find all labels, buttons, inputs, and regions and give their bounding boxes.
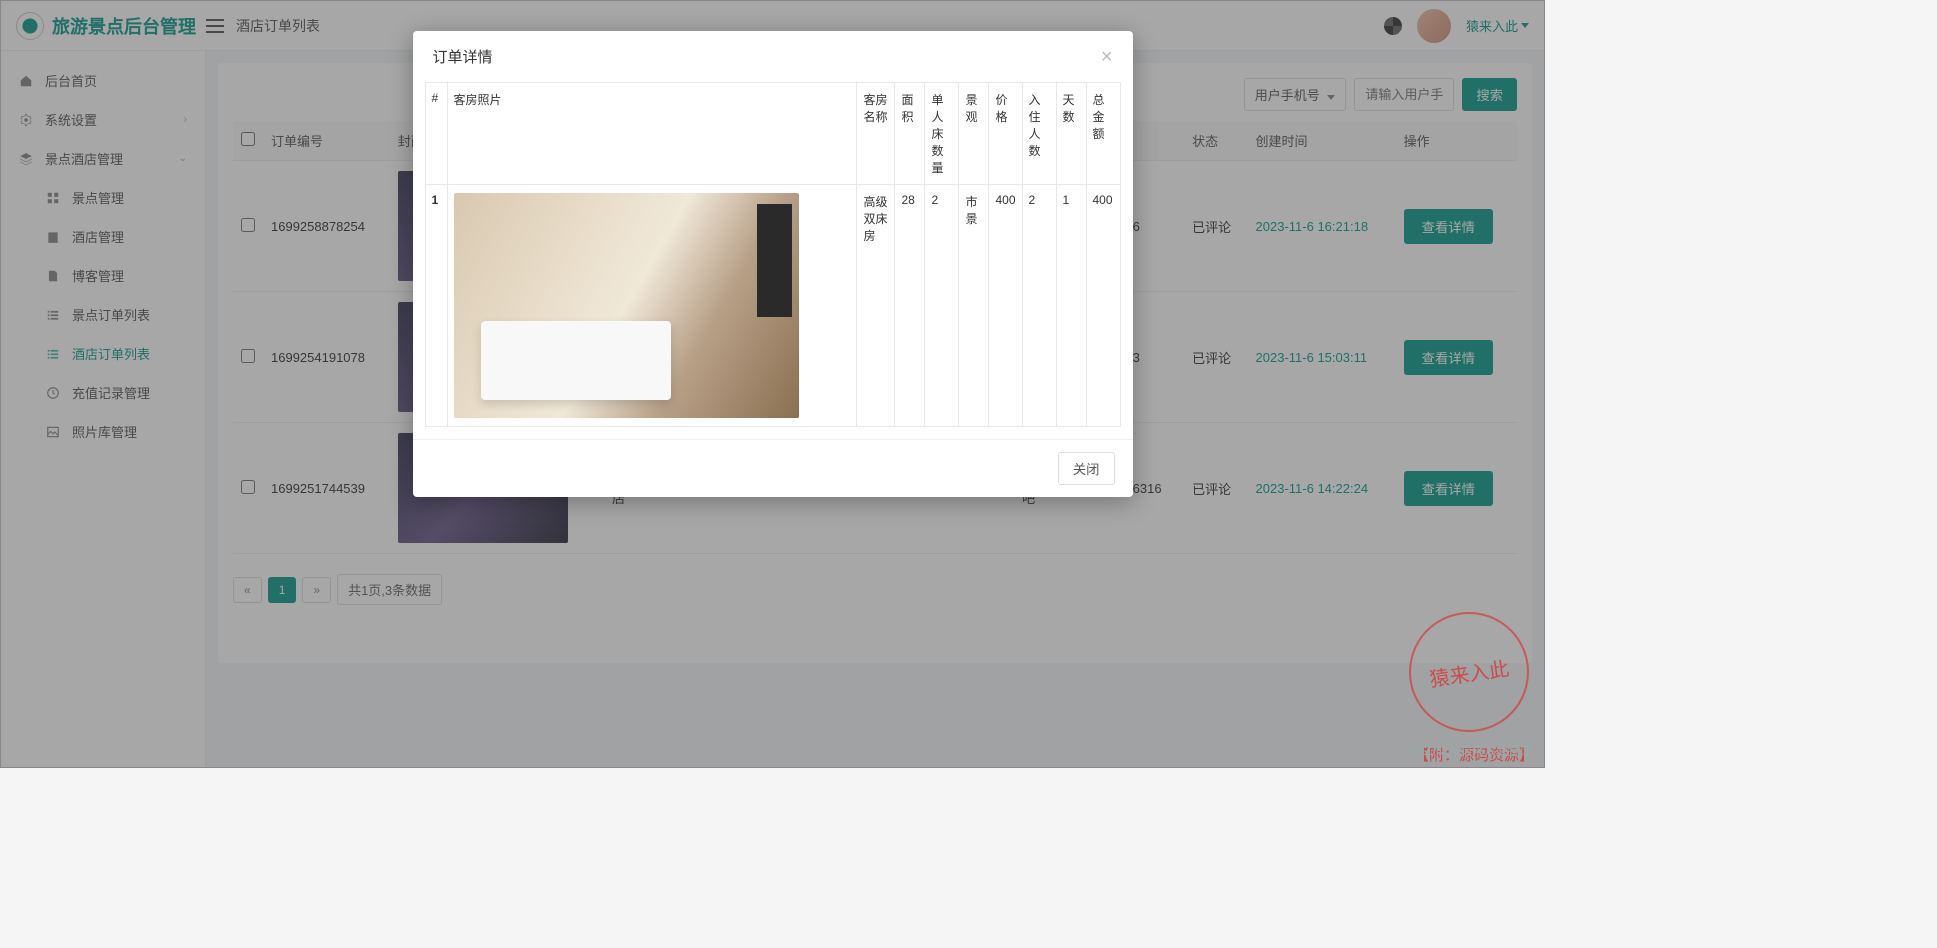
dcol-area: 面积: [895, 83, 925, 185]
dcol-view: 景观: [959, 83, 989, 185]
detail-table: # 客房照片 客房名称 面积 单人床数量 景观 价格 入住人数 天数 总金额 1…: [425, 82, 1121, 427]
room-photo: [454, 193, 799, 418]
modal-close-button[interactable]: 关闭: [1058, 452, 1115, 485]
modal-title: 订单详情: [433, 46, 493, 67]
d-idx: 1: [425, 185, 447, 427]
dcol-beds: 单人床数量: [925, 83, 959, 185]
d-name: 高级双床房: [857, 185, 895, 427]
dcol-guests: 入住人数: [1022, 83, 1056, 185]
d-total: 400: [1086, 185, 1120, 427]
dcol-total: 总金额: [1086, 83, 1120, 185]
d-beds: 2: [925, 185, 959, 427]
dcol-idx: #: [425, 83, 447, 185]
dcol-photo: 客房照片: [447, 83, 857, 185]
d-guests: 2: [1022, 185, 1056, 427]
dcol-days: 天数: [1056, 83, 1086, 185]
d-photo-cell: [447, 185, 857, 427]
order-detail-modal: 订单详情 × # 客房照片 客房名称 面积 单人床数量 景观 价格 入住人数 天…: [413, 31, 1133, 497]
dcol-name: 客房名称: [857, 83, 895, 185]
d-price: 400: [989, 185, 1022, 427]
dcol-price: 价格: [989, 83, 1022, 185]
d-area: 28: [895, 185, 925, 427]
close-icon[interactable]: ×: [1101, 47, 1113, 67]
detail-row: 1 高级双床房 28 2 市景 400 2 1 400: [425, 185, 1120, 427]
d-view: 市景: [959, 185, 989, 427]
d-days: 1: [1056, 185, 1086, 427]
